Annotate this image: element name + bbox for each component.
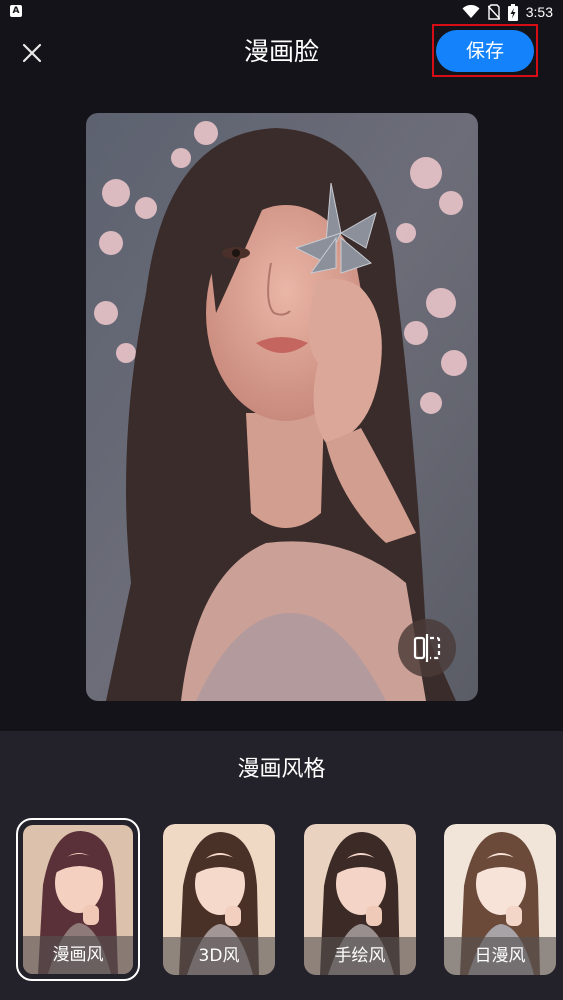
- style-thumbnail: 3D风: [163, 824, 275, 975]
- status-icons: 3:53: [462, 3, 553, 21]
- style-thumbnail: 漫画风: [23, 825, 133, 974]
- style-option-manhua[interactable]: 漫画风: [16, 818, 140, 981]
- style-option-label: 3D风: [163, 937, 275, 975]
- result-photo: [86, 113, 478, 701]
- style-option-label: 漫画风: [23, 936, 133, 974]
- clock: 3:53: [525, 4, 553, 20]
- wifi-icon: [462, 5, 480, 18]
- style-thumbnail: 日漫风: [444, 824, 556, 975]
- style-option-label: 日漫风: [444, 937, 556, 975]
- compare-button[interactable]: [398, 619, 456, 677]
- style-option-japanese-manga[interactable]: 日漫风: [444, 824, 556, 975]
- app-bar: 漫画脸 保存: [0, 24, 563, 84]
- style-panel: 漫画风格 漫画风 3D风 手绘风 日漫风: [0, 731, 563, 1000]
- style-option-3d[interactable]: 3D风: [163, 824, 275, 975]
- no-sim-icon: [487, 4, 500, 20]
- style-option-hand-drawn[interactable]: 手绘风: [304, 824, 416, 975]
- compare-icon: [413, 634, 441, 662]
- app-notification-icon: A: [10, 5, 22, 17]
- style-thumbnail: 手绘风: [304, 824, 416, 975]
- style-option-label: 手绘风: [304, 937, 416, 975]
- save-button[interactable]: 保存: [436, 30, 534, 72]
- battery-charging-icon: [507, 3, 518, 21]
- portrait-illustration: [86, 113, 478, 701]
- status-bar: A 3:53: [0, 0, 563, 24]
- style-panel-title: 漫画风格: [237, 757, 326, 782]
